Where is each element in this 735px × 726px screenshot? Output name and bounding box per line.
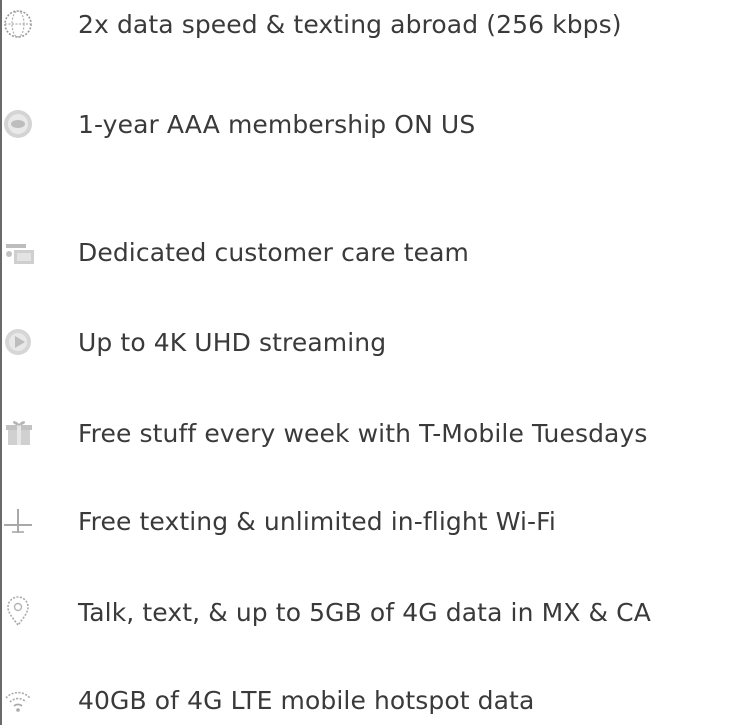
feature-label: Free stuff every week with T-Mobile Tues… xyxy=(78,419,648,448)
globe-icon xyxy=(0,6,36,42)
feature-item-hotspot: 40GB of 4G LTE mobile hotspot data xyxy=(0,676,735,726)
feature-label: Dedicated customer care team xyxy=(78,238,469,267)
location-pin-icon xyxy=(0,594,36,630)
feature-item-abroad-data: 2x data speed & texting abroad (256 kbps… xyxy=(0,0,735,50)
feature-label: 2x data speed & texting abroad (256 kbps… xyxy=(78,10,622,39)
feature-label: Talk, text, & up to 5GB of 4G data in MX… xyxy=(78,598,651,627)
aaa-badge-icon xyxy=(0,106,36,142)
feature-item-aaa: 1-year AAA membership ON US xyxy=(0,100,735,150)
feature-label: Up to 4K UHD streaming xyxy=(78,328,387,357)
feature-label: Free texting & unlimited in-flight Wi-Fi xyxy=(78,507,556,536)
gift-icon xyxy=(0,415,36,451)
airplane-icon xyxy=(0,503,36,539)
feature-list: 2x data speed & texting abroad (256 kbps… xyxy=(0,0,735,725)
feature-label: 1-year AAA membership ON US xyxy=(78,110,476,139)
hotspot-icon xyxy=(0,682,36,718)
streaming-icon xyxy=(0,324,36,360)
feature-item-tmobile-tuesdays: Free stuff every week with T-Mobile Tues… xyxy=(0,409,735,459)
feature-label: 40GB of 4G LTE mobile hotspot data xyxy=(78,686,535,715)
feature-item-streaming: Up to 4K UHD streaming xyxy=(0,318,735,368)
feature-item-in-flight: Free texting & unlimited in-flight Wi-Fi xyxy=(0,497,735,547)
feature-item-mx-ca: Talk, text, & up to 5GB of 4G data in MX… xyxy=(0,588,735,638)
customer-care-icon xyxy=(0,234,36,270)
feature-item-customer-care: Dedicated customer care team xyxy=(0,228,735,278)
